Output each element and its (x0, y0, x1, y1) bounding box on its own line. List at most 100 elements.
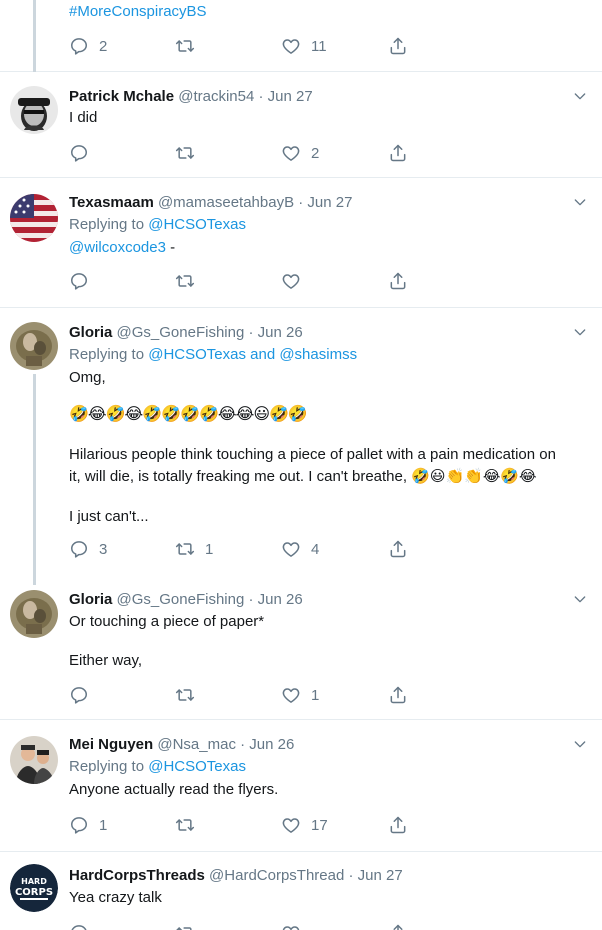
like-button[interactable]: 17 (281, 814, 328, 836)
like-button[interactable]: 4 (281, 538, 319, 560)
share-button[interactable] (388, 538, 408, 560)
reply-button[interactable] (69, 142, 89, 164)
display-name[interactable]: Gloria (69, 324, 112, 341)
tweet-date[interactable]: · Jun 27 (259, 88, 313, 105)
user-handle[interactable]: @Nsa_mac (157, 736, 236, 753)
like-count: 1 (311, 686, 320, 704)
retweet-count: 1 (205, 540, 214, 558)
reply-button[interactable]: 2 (69, 35, 107, 57)
heart-icon (281, 143, 301, 163)
share-button[interactable] (388, 814, 408, 836)
heart-icon (281, 36, 301, 56)
share-button[interactable] (388, 270, 408, 292)
mention-link[interactable]: @wilcoxcode3 (69, 239, 166, 256)
display-name[interactable]: Gloria (69, 591, 112, 608)
like-count: 17 (311, 816, 328, 834)
reply-button[interactable]: 1 (69, 814, 107, 836)
retweet-icon (175, 271, 195, 291)
tweet-text: Either way, (69, 652, 143, 669)
retweet-button[interactable] (175, 35, 195, 57)
avatar[interactable] (10, 194, 58, 242)
tweet-date[interactable]: · Jun 26 (249, 591, 303, 608)
share-button[interactable] (388, 35, 408, 57)
reply-icon (69, 271, 89, 291)
reply-icon (69, 815, 89, 835)
tweet[interactable]: Patrick Mchale @trackin54 · Jun 27 I did… (0, 72, 602, 178)
tweet-text: I did (69, 109, 98, 126)
reply-button[interactable] (69, 270, 89, 292)
reply-icon (69, 539, 89, 559)
chevron-down-icon[interactable] (572, 736, 588, 752)
user-handle[interactable]: @Gs_GoneFishing (117, 591, 245, 608)
retweet-button[interactable] (175, 814, 195, 836)
retweet-button[interactable] (175, 684, 195, 706)
reply-button[interactable] (69, 922, 89, 930)
display-name[interactable]: Mei Nguyen (69, 736, 153, 753)
mention-link[interactable]: @HCSOTexas and @shasimss (148, 346, 357, 363)
like-button[interactable]: 11 (281, 35, 327, 57)
tweet[interactable]: Gloria @Gs_GoneFishing · Jun 26 Or touch… (0, 576, 602, 720)
chevron-down-icon[interactable] (572, 88, 588, 104)
tweet-date[interactable]: · Jun 27 (349, 867, 403, 884)
tweet-date[interactable]: · Jun 26 (249, 324, 303, 341)
user-handle[interactable]: @HardCorpsThread (209, 867, 344, 884)
tweet-text: I just can't... (69, 508, 149, 525)
tweet[interactable]: Gloria @Gs_GoneFishing · Jun 26 Replying… (0, 308, 602, 576)
thread-line (33, 576, 36, 585)
retweet-button[interactable] (175, 142, 195, 164)
avatar[interactable] (10, 322, 58, 370)
display-name[interactable]: Texasmaam (69, 194, 154, 211)
chevron-down-icon[interactable] (572, 591, 588, 607)
tweet-date[interactable]: · Jun 26 (240, 736, 294, 753)
like-button[interactable]: 1 (281, 684, 319, 706)
tweet-header: Patrick Mchale @trackin54 · Jun 27 (69, 87, 313, 107)
user-handle[interactable]: @Gs_GoneFishing (117, 324, 245, 341)
reply-button[interactable]: 3 (69, 538, 107, 560)
like-button[interactable]: 2 (281, 142, 319, 164)
svg-text:CORPS: CORPS (15, 887, 53, 898)
mention-link[interactable]: @HCSOTexas (148, 758, 246, 775)
tweet-header: HardCorpsThreads @HardCorpsThread · Jun … (69, 866, 403, 886)
avatar[interactable] (10, 590, 58, 638)
user-handle[interactable]: @mamaseetahbayB (158, 194, 294, 211)
reply-count: 2 (99, 37, 108, 55)
like-button[interactable] (281, 922, 301, 930)
retweet-button[interactable] (175, 270, 195, 292)
display-name[interactable]: Patrick Mchale (69, 88, 174, 105)
tweet-text: Hilarious people think touching a piece … (69, 446, 556, 463)
tweet-feed: #MoreConspiracyBS 2 11 Patrick Mchale @t… (0, 0, 602, 930)
tweet[interactable]: Texasmaam @mamaseetahbayB · Jun 27 Reply… (0, 178, 602, 308)
tweet-date[interactable]: · Jun 27 (298, 194, 352, 211)
retweet-button[interactable] (175, 922, 195, 930)
tweet[interactable]: Mei Nguyen @Nsa_mac · Jun 26 Replying to… (0, 720, 602, 852)
replying-to: Replying to @HCSOTexas (69, 758, 246, 775)
reply-icon (69, 685, 89, 705)
avatar[interactable] (10, 86, 58, 134)
chevron-down-icon[interactable] (572, 194, 588, 210)
reply-count: 3 (99, 540, 108, 558)
avatar[interactable]: HARD CORPS (10, 864, 58, 912)
retweet-icon (175, 143, 195, 163)
share-button[interactable] (388, 684, 408, 706)
share-icon (388, 271, 408, 291)
reply-icon (69, 36, 89, 56)
tweet-text: Omg, (69, 369, 106, 386)
share-icon (388, 923, 408, 930)
share-icon (388, 815, 408, 835)
tweet[interactable]: HARD CORPS HardCorpsThreads @HardCorpsTh… (0, 852, 602, 930)
chevron-down-icon[interactable] (572, 324, 588, 340)
share-button[interactable] (388, 922, 408, 930)
replying-to: Replying to @HCSOTexas and @shasimss (69, 346, 358, 363)
hashtag-link[interactable]: #MoreConspiracyBS (69, 2, 207, 22)
mention-link[interactable]: @HCSOTexas (148, 216, 246, 233)
share-button[interactable] (388, 142, 408, 164)
retweet-icon (175, 685, 195, 705)
share-icon (388, 143, 408, 163)
user-handle[interactable]: @trackin54 (178, 88, 254, 105)
avatar[interactable] (10, 736, 58, 784)
like-button[interactable] (281, 270, 301, 292)
display-name[interactable]: HardCorpsThreads (69, 867, 205, 884)
reply-button[interactable] (69, 684, 89, 706)
tweet-top-partial[interactable]: #MoreConspiracyBS 2 11 (0, 0, 602, 72)
retweet-button[interactable]: 1 (175, 538, 213, 560)
